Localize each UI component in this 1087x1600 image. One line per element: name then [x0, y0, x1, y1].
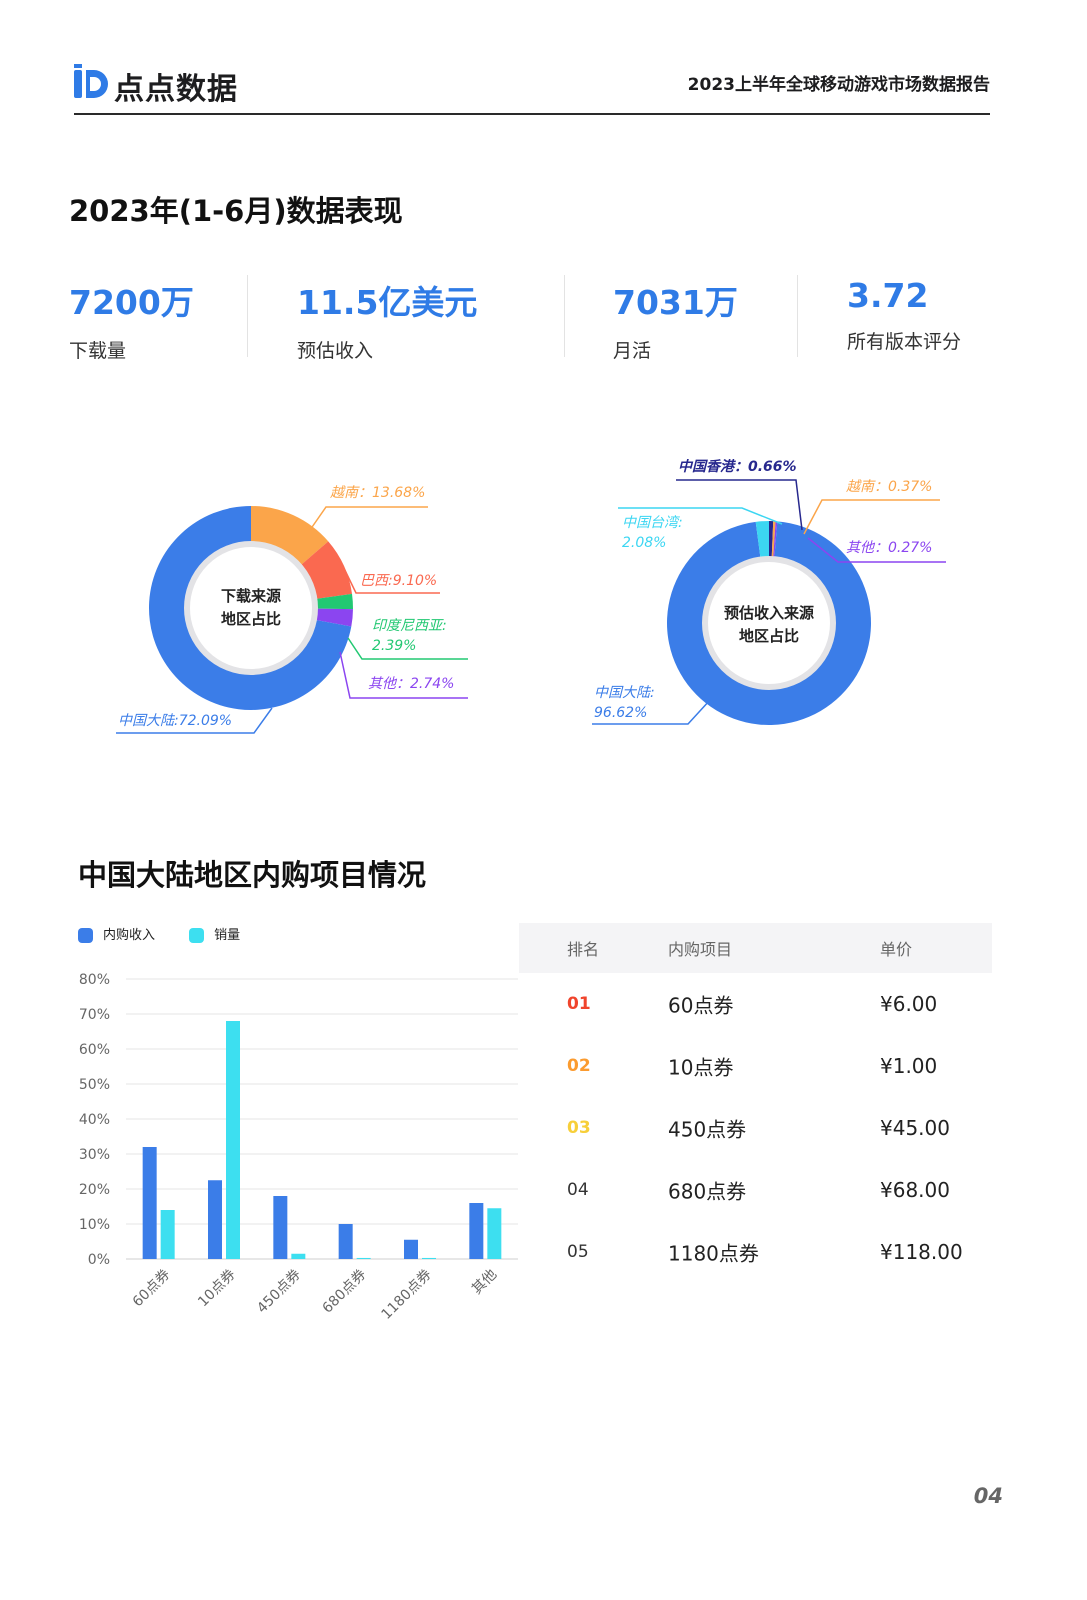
iap-table: 排名 内购项目 单价 01 60点券 ¥6.00 02 10点券 ¥1.00 0…	[519, 923, 992, 1283]
legend-item-sales: 销量	[189, 924, 240, 943]
donut-center-subtitle: 地区占比	[739, 627, 799, 645]
iap-bar-chart: 80% 70% 60% 50% 40% 30% 20% 10% 0% 60点券 10点券 450点券 6…	[79, 972, 518, 1323]
x-tick-label: 其他	[469, 1267, 500, 1298]
page-number: 04	[973, 1484, 1003, 1508]
bar-revenue	[404, 1239, 418, 1259]
label-taiwan: 中国台湾:	[622, 515, 683, 531]
rank-cell: 02	[567, 1056, 591, 1076]
y-tick-label: 80%	[79, 972, 110, 988]
label-other: 其他：2.74%	[368, 676, 454, 692]
donut-center-ring	[184, 541, 318, 675]
leader-line-vietnam	[309, 506, 428, 531]
bar-sales	[487, 1208, 502, 1259]
label-other-rev: 其他：0.27%	[846, 540, 932, 556]
label-mainland: 中国大陆:72.09%	[118, 713, 232, 729]
bar-revenue	[469, 1203, 484, 1259]
header-item: 内购项目	[668, 940, 733, 959]
label-hongkong: 中国香港：0.66%	[678, 458, 797, 475]
y-tick-label: 60%	[79, 1042, 110, 1058]
price-cell: ¥45.00	[880, 1116, 950, 1140]
table-row: 04 680点券 ¥68.00	[519, 1159, 992, 1221]
bar-sales	[226, 1021, 240, 1259]
x-tick-label: 60点券	[130, 1267, 174, 1311]
y-tick-label: 30%	[79, 1147, 110, 1163]
table-row: 02 10点券 ¥1.00	[519, 1035, 992, 1097]
item-cell: 60点券	[668, 993, 734, 1018]
table-body: 01 60点券 ¥6.00 02 10点券 ¥1.00 03 450点券 ¥45…	[519, 973, 992, 1283]
bar-revenue	[142, 1147, 157, 1259]
legend-swatch	[189, 928, 205, 943]
price-cell: ¥6.00	[880, 992, 938, 1016]
item-cell: 1180点券	[668, 1241, 759, 1266]
y-tick-label: 40%	[79, 1112, 110, 1128]
label-vietnam-rev: 越南：0.37%	[846, 479, 932, 495]
label-mainland-rev: 中国大陆:	[594, 685, 655, 701]
item-cell: 450点券	[668, 1117, 747, 1142]
legend-label: 销量	[214, 928, 241, 943]
x-tick-label: 680点券	[319, 1267, 369, 1317]
y-tick-label: 50%	[79, 1077, 110, 1093]
rank-cell: 01	[567, 994, 591, 1014]
x-tick-label: 450点券	[254, 1267, 304, 1317]
label-vietnam: 越南：13.68%	[330, 485, 425, 501]
table-row: 05 1180点券 ¥118.00	[519, 1221, 992, 1283]
table-row: 03 450点券 ¥45.00	[519, 1097, 992, 1159]
x-tick-label: 1180点券	[379, 1267, 435, 1323]
price-cell: ¥1.00	[880, 1054, 938, 1078]
bar-sales	[160, 1210, 175, 1259]
donut-center-subtitle: 地区占比	[221, 610, 281, 628]
bar-sales	[356, 1257, 371, 1259]
legend-label: 内购收入	[103, 928, 156, 943]
donut-center-title: 预估收入来源	[724, 604, 814, 622]
label-indonesia-value: 2.39%	[372, 638, 416, 654]
leader-line-vietnam-rev	[803, 499, 940, 535]
y-tick-label: 20%	[79, 1182, 110, 1198]
item-cell: 680点券	[668, 1179, 747, 1204]
y-tick-label: 70%	[79, 1007, 110, 1023]
price-cell: ¥118.00	[880, 1240, 963, 1264]
section-title-iap: 中国大陆地区内购项目情况	[78, 858, 427, 892]
table-header: 排名 内购项目 单价	[519, 923, 992, 973]
item-cell: 10点券	[668, 1055, 734, 1080]
rank-cell: 05	[567, 1242, 589, 1262]
bar-revenue	[273, 1196, 288, 1259]
y-tick-label: 10%	[79, 1217, 110, 1233]
label-taiwan-value: 2.08%	[622, 535, 666, 551]
bar-sales	[422, 1257, 436, 1259]
label-indonesia: 印度尼西亚:	[372, 618, 447, 634]
x-tick-label: 10点券	[195, 1267, 239, 1311]
rank-cell: 03	[567, 1118, 591, 1138]
chart-legend: 内购收入 销量	[78, 924, 270, 943]
table-row: 01 60点券 ¥6.00	[519, 973, 992, 1035]
bar-revenue	[208, 1180, 222, 1259]
legend-item-revenue: 内购收入	[78, 924, 155, 943]
label-mainland-rev-value: 96.62%	[594, 705, 647, 721]
price-cell: ¥68.00	[880, 1178, 950, 1202]
donut-center-ring	[702, 556, 836, 690]
download-region-donut: 下载来源 地区占比 越南：13.68% 巴西:9.10% 印度尼西亚: 2.39…	[116, 458, 946, 734]
y-tick-label: 0%	[88, 1252, 110, 1268]
legend-swatch	[78, 928, 93, 943]
donut-center-title: 下载来源	[221, 587, 281, 605]
header-rank: 排名	[567, 940, 600, 959]
header-price: 单价	[880, 940, 913, 959]
rank-cell: 04	[567, 1180, 589, 1200]
bar-revenue	[338, 1224, 353, 1259]
bar-sales	[291, 1253, 306, 1259]
label-brazil: 巴西:9.10%	[360, 573, 437, 589]
